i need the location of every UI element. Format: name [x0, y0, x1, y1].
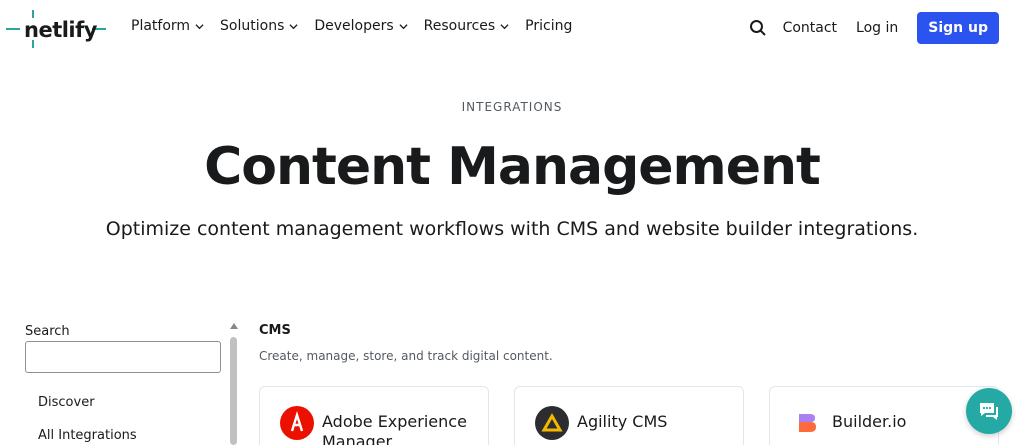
sidebar-scrollbar[interactable] [229, 323, 238, 445]
integration-card-name: Agility CMS [577, 412, 668, 431]
contact-link[interactable]: Contact [783, 20, 837, 36]
chevron-down-icon [195, 23, 204, 29]
category-description: Create, manage, store, and track digital… [259, 349, 553, 363]
nav-item-platform[interactable]: Platform [131, 18, 204, 34]
page-subtitle: Optimize content management workflows wi… [105, 218, 919, 240]
nav-item-resources[interactable]: Resources [424, 18, 510, 34]
integration-card-name: Adobe Experience Manager [322, 412, 467, 445]
chat-icon [980, 403, 998, 420]
page-eyebrow: INTEGRATIONS [461, 100, 563, 114]
search-input[interactable] [25, 341, 221, 373]
integration-card-agility-cms[interactable]: Agility CMS [514, 386, 744, 445]
chevron-down-icon [399, 23, 408, 29]
agility-icon [535, 406, 569, 440]
main-menu: Platform Solutions Developers Resources … [131, 18, 588, 34]
netlify-logo-text: netlify [24, 18, 97, 42]
top-navigation: netlify Platform Solutions Developers Re… [0, 0, 1024, 58]
nav-item-solutions[interactable]: Solutions [220, 18, 298, 34]
nav-actions: Contact Log in Sign up [749, 12, 999, 44]
integration-card-builder-io[interactable]: Builder.io [769, 386, 999, 445]
category-title: CMS [259, 323, 291, 338]
nav-item-label: Developers [314, 18, 394, 34]
nav-item-label: Pricing [525, 18, 573, 34]
nav-item-label: Solutions [220, 18, 285, 34]
chevron-down-icon [289, 23, 298, 29]
sidebar-item-discover[interactable]: Discover [38, 395, 95, 410]
chat-button[interactable] [966, 388, 1012, 434]
search-label: Search [25, 324, 70, 339]
page-title: Content Management [204, 137, 821, 197]
adobe-icon [280, 406, 314, 440]
nav-item-label: Resources [423, 18, 496, 34]
integration-card-adobe-experience-manager[interactable]: Adobe Experience Manager [259, 386, 489, 445]
signup-button[interactable]: Sign up [917, 12, 999, 44]
builder-io-icon [799, 414, 816, 432]
login-link[interactable]: Log in [856, 20, 898, 36]
search-icon[interactable] [749, 19, 767, 37]
chevron-down-icon [500, 23, 509, 29]
scroll-thumb[interactable] [230, 337, 237, 445]
scroll-up-arrow-icon[interactable] [230, 323, 238, 329]
sidebar-item-all-integrations[interactable]: All Integrations [38, 428, 137, 443]
nav-item-label: Platform [131, 18, 191, 34]
nav-item-developers[interactable]: Developers [314, 18, 408, 34]
nav-item-pricing[interactable]: Pricing [525, 18, 572, 34]
